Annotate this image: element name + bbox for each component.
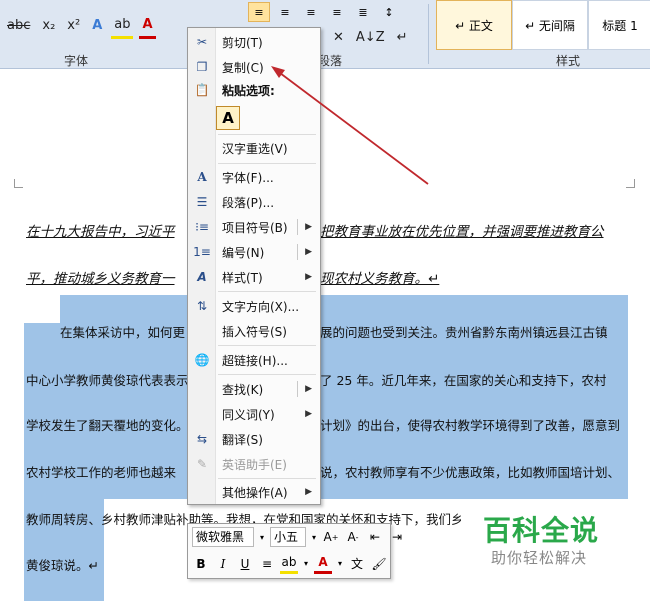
annotation-arrow bbox=[271, 66, 429, 185]
arrow-line bbox=[275, 69, 429, 185]
